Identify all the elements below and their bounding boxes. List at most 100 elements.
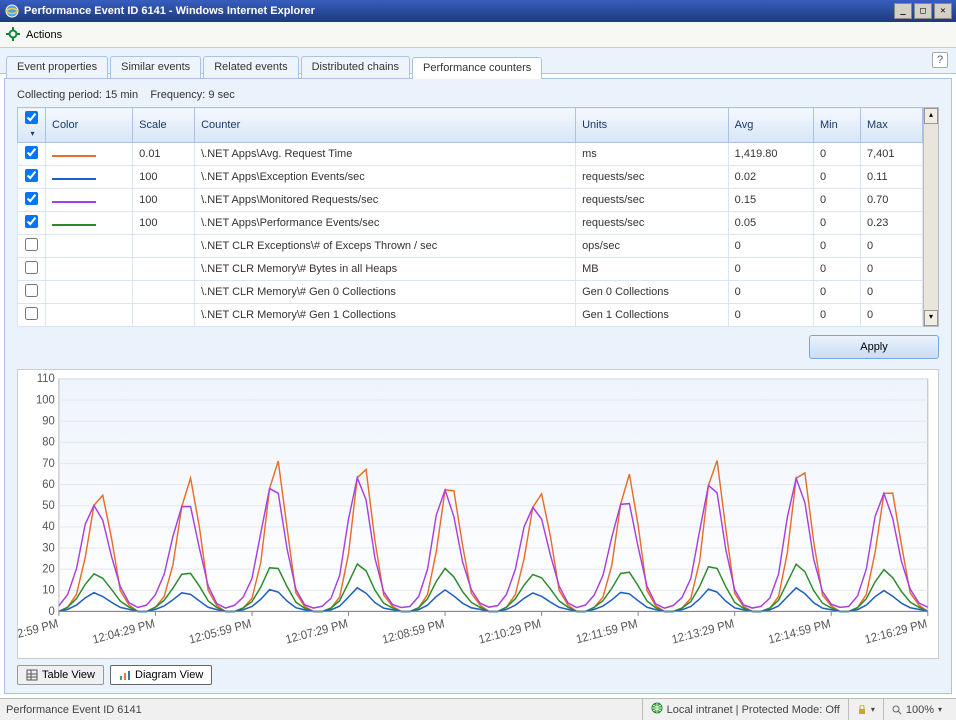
col-header[interactable]: Color	[46, 108, 133, 143]
cell-counter: \.NET Apps\Avg. Request Time	[195, 143, 576, 166]
cell-scale	[133, 258, 195, 281]
actions-label[interactable]: Actions	[26, 29, 62, 41]
cell-min: 0	[814, 212, 861, 235]
svg-text:12:10:29 PM: 12:10:29 PM	[477, 617, 542, 647]
svg-text:110: 110	[37, 372, 55, 386]
table-row[interactable]: 0.01\.NET Apps\Avg. Request Timems1,419.…	[18, 143, 923, 166]
series-color-swatch	[52, 178, 96, 180]
select-all-checkbox[interactable]	[25, 111, 38, 124]
chevron-down-icon: ▾	[871, 705, 875, 714]
svg-text:20: 20	[42, 562, 55, 576]
svg-text:12:07:29 PM: 12:07:29 PM	[284, 617, 349, 647]
svg-text:12:14:59 PM: 12:14:59 PM	[767, 617, 832, 647]
row-checkbox[interactable]	[25, 169, 38, 182]
row-checkbox[interactable]	[25, 261, 38, 274]
col-header[interactable]: Scale	[133, 108, 195, 143]
series-color-swatch	[52, 224, 96, 226]
series-color-swatch	[52, 201, 96, 203]
period-label: Collecting period:	[17, 89, 102, 101]
period-value: 15 min	[105, 89, 138, 101]
scroll-down-button[interactable]: ▾	[924, 310, 938, 326]
zoom-icon	[892, 705, 902, 715]
col-header[interactable]: Counter	[195, 108, 576, 143]
svg-text:90: 90	[42, 414, 55, 428]
cell-units: ms	[576, 143, 729, 166]
col-header[interactable]: Max	[861, 108, 923, 143]
cell-units: requests/sec	[576, 189, 729, 212]
row-checkbox[interactable]	[25, 146, 38, 159]
cell-avg: 0	[728, 258, 813, 281]
cell-units: MB	[576, 258, 729, 281]
col-header[interactable]: ▾	[18, 108, 46, 143]
cell-scale: 100	[133, 166, 195, 189]
help-icon[interactable]: ?	[932, 52, 948, 68]
svg-text:70: 70	[42, 456, 55, 470]
window-title: Performance Event ID 6141 - Windows Inte…	[24, 5, 315, 17]
row-checkbox[interactable]	[25, 215, 38, 228]
cell-avg: 0	[728, 281, 813, 304]
cell-min: 0	[814, 143, 861, 166]
cell-scale	[133, 304, 195, 327]
freq-label: Frequency:	[150, 89, 205, 101]
lock-icon	[857, 705, 867, 715]
cell-units: requests/sec	[576, 212, 729, 235]
svg-text:12:05:59 PM: 12:05:59 PM	[188, 617, 253, 647]
table-row[interactable]: \.NET CLR Memory\# Bytes in all HeapsMB0…	[18, 258, 923, 281]
table-row[interactable]: 100\.NET Apps\Performance Events/secrequ…	[18, 212, 923, 235]
row-checkbox[interactable]	[25, 307, 38, 320]
maximize-button[interactable]: □	[914, 3, 932, 19]
row-checkbox[interactable]	[25, 284, 38, 297]
cell-counter: \.NET CLR Memory\# Gen 1 Collections	[195, 304, 576, 327]
tab-related-events[interactable]: Related events	[203, 56, 298, 78]
svg-text:40: 40	[42, 520, 55, 534]
close-button[interactable]: ✕	[934, 3, 952, 19]
cell-counter: \.NET CLR Memory\# Bytes in all Heaps	[195, 258, 576, 281]
counter-grid: ▾ColorScaleCounterUnitsAvgMinMax 0.01\.N…	[17, 107, 923, 327]
status-page: Performance Event ID 6141	[6, 704, 142, 716]
grid-scrollbar[interactable]: ▴ ▾	[923, 107, 939, 327]
scroll-up-button[interactable]: ▴	[924, 108, 938, 124]
cell-scale: 0.01	[133, 143, 195, 166]
cell-min: 0	[814, 235, 861, 258]
table-row[interactable]: \.NET CLR Memory\# Gen 1 CollectionsGen …	[18, 304, 923, 327]
minimize-button[interactable]: _	[894, 3, 912, 19]
col-header[interactable]: Units	[576, 108, 729, 143]
table-row[interactable]: 100\.NET Apps\Exception Events/secreques…	[18, 166, 923, 189]
svg-text:12:11:59 PM: 12:11:59 PM	[575, 617, 639, 647]
cell-min: 0	[814, 166, 861, 189]
table-row[interactable]: \.NET CLR Memory\# Gen 0 CollectionsGen …	[18, 281, 923, 304]
svg-text:12:08:59 PM: 12:08:59 PM	[381, 617, 446, 647]
tab-event-properties[interactable]: Event properties	[6, 56, 108, 78]
status-zone: Local intranet | Protected Mode: Off	[667, 704, 840, 716]
table-view-label: Table View	[42, 669, 95, 681]
status-security-seg[interactable]: ▾	[848, 699, 883, 720]
table-view-button[interactable]: Table View	[17, 665, 104, 685]
apply-button[interactable]: Apply	[809, 335, 939, 359]
row-checkbox[interactable]	[25, 238, 38, 251]
svg-text:50: 50	[42, 499, 55, 513]
cell-min: 0	[814, 304, 861, 327]
freq-value: 9 sec	[208, 89, 234, 101]
tab-distributed-chains[interactable]: Distributed chains	[301, 56, 410, 78]
tab-bar: Event propertiesSimilar eventsRelated ev…	[0, 48, 956, 74]
row-checkbox[interactable]	[25, 192, 38, 205]
status-zoom-seg[interactable]: 100% ▾	[883, 699, 950, 720]
col-header[interactable]: Avg	[728, 108, 813, 143]
diagram-view-button[interactable]: Diagram View	[110, 665, 212, 685]
globe-icon	[651, 702, 663, 717]
tab-performance-counters[interactable]: Performance counters	[412, 57, 542, 79]
counter-grid-wrap: ▾ColorScaleCounterUnitsAvgMinMax 0.01\.N…	[17, 107, 939, 327]
svg-text:100: 100	[36, 393, 55, 407]
cell-units: Gen 0 Collections	[576, 281, 729, 304]
status-zone-seg: Local intranet | Protected Mode: Off	[642, 699, 848, 720]
cell-avg: 1,419.80	[728, 143, 813, 166]
chart-svg: 010203040506070809010011012:02:59 PM12:0…	[18, 370, 938, 658]
actions-toolbar: Actions	[0, 22, 956, 48]
col-header[interactable]: Min	[814, 108, 861, 143]
series-color-swatch	[52, 155, 96, 157]
tab-similar-events[interactable]: Similar events	[110, 56, 201, 78]
svg-text:12:04:29 PM: 12:04:29 PM	[91, 617, 156, 647]
table-row[interactable]: 100\.NET Apps\Monitored Requests/secrequ…	[18, 189, 923, 212]
table-row[interactable]: \.NET CLR Exceptions\# of Exceps Thrown …	[18, 235, 923, 258]
grid-header-row: ▾ColorScaleCounterUnitsAvgMinMax	[18, 108, 923, 143]
